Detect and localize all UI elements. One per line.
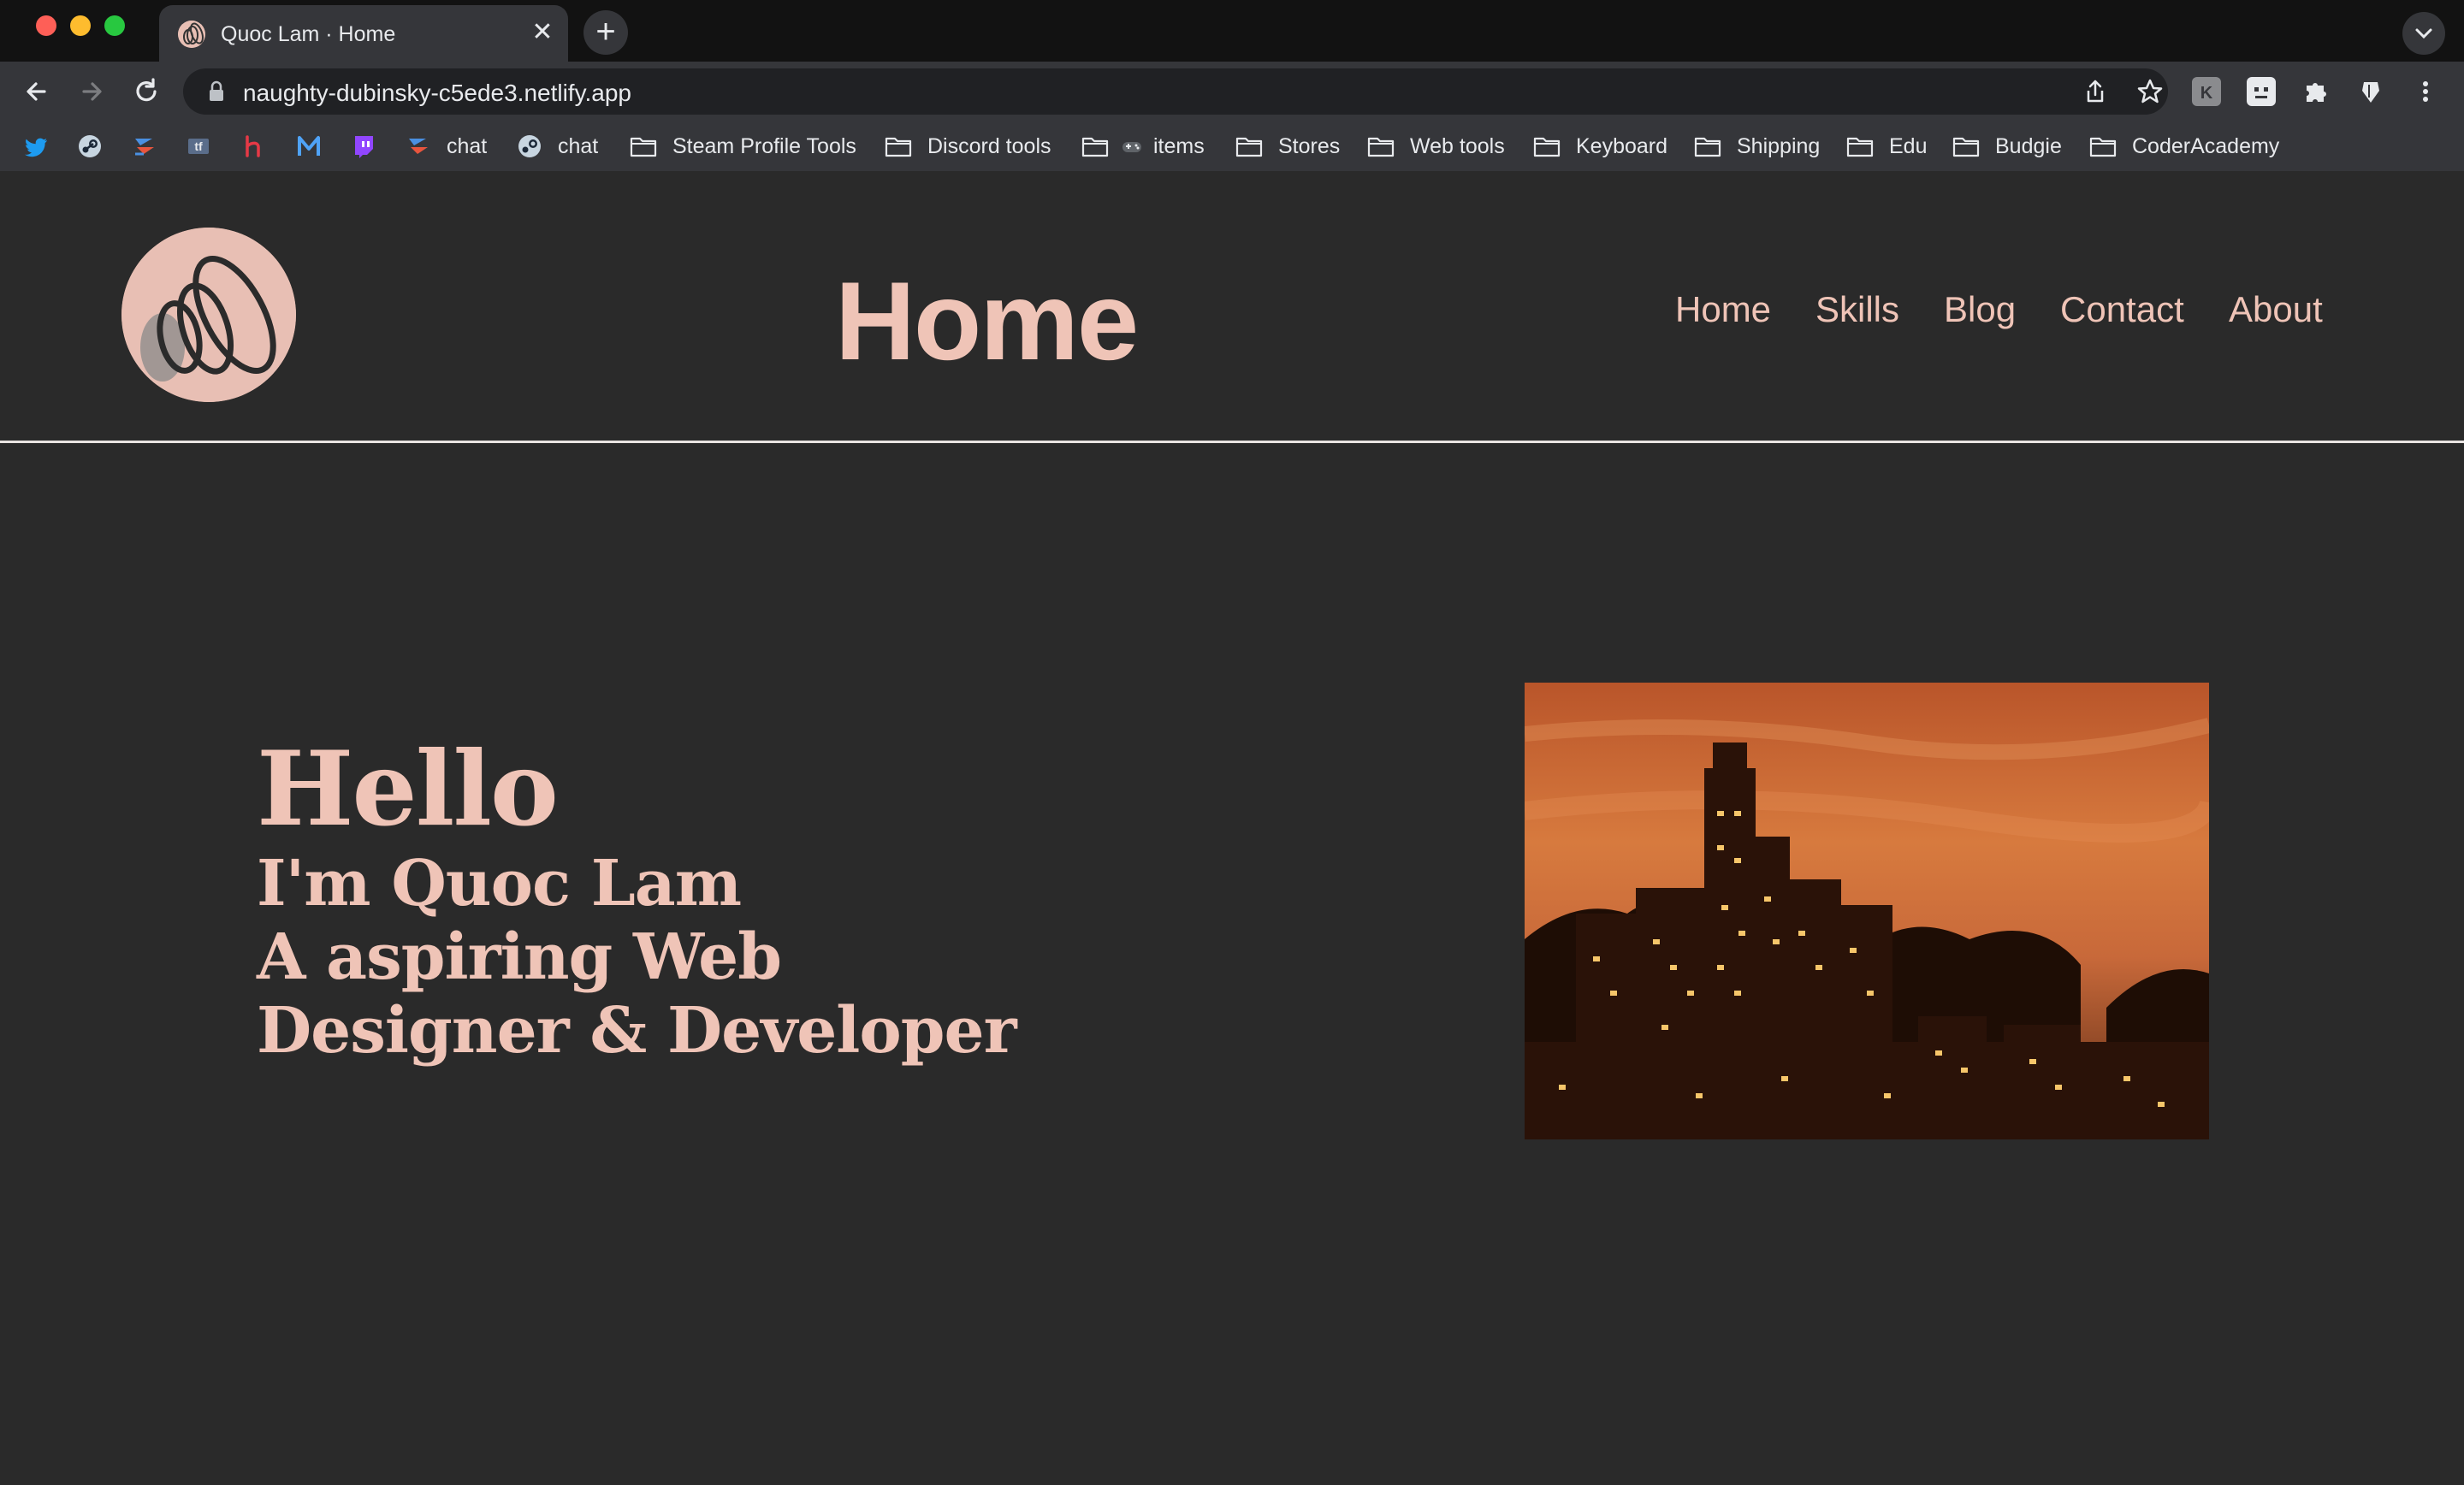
minimize-window-button[interactable] [70,15,91,36]
bookmark-label: Web tools [1410,133,1505,158]
bookmark-chat-1[interactable]: chat [406,132,487,161]
bookmark-folder-items[interactable]: items [1081,132,1205,161]
address-bar[interactable]: naughty-dubinsky-c5ede3.netlify.app [183,68,2168,115]
reload-icon [136,78,157,102]
folder-icon [1694,137,1721,157]
chevron-down-icon [2415,28,2432,39]
folder-icon [1235,137,1263,157]
reload-button[interactable] [128,74,164,109]
bookmarks-bar: tf chat chat Steam Profile Tools Discord… [0,121,2464,171]
hero-intro-line: Designer & Developer [257,994,1017,1068]
arrow-left-icon [27,82,46,101]
bookmark-label: Stores [1278,133,1341,158]
bookmark-twitter[interactable] [24,132,50,161]
tf-icon: tf [188,139,209,154]
folder-icon [630,137,657,157]
hero-intro-line: A aspiring Web [257,920,782,994]
bookmark-m[interactable] [296,132,322,161]
tab-close-icon[interactable]: ✕ [529,19,556,46]
bookmark-label: chat [447,133,488,158]
tab-title: Quoc Lam · Home [221,22,396,46]
site-favicon-icon [178,21,205,48]
hero-intro-line: I'm Quoc Lam [257,847,742,920]
url-text: naughty-dubinsky-c5ede3.netlify.app [243,80,632,106]
new-tab-button[interactable]: + [583,10,628,55]
svg-text:K: K [2200,84,2213,103]
bookmark-label: items [1153,133,1205,158]
bookmark-folder-steam-profile-tools[interactable]: Steam Profile Tools [630,132,856,161]
twitter-icon [25,138,47,157]
bookmark-label: Keyboard [1576,133,1668,158]
folder-icon [1081,137,1109,157]
bookmark-label: Discord tools [927,133,1051,158]
folder-icon [2089,137,2117,157]
main-nav: Home Skills Blog Contact About [0,289,2464,340]
bookmark-label: Edu [1889,133,1928,158]
bookmark-folder-edu[interactable]: Edu [1846,132,1927,161]
web-page: Home Home Skills Blog Contact About Hell… [0,171,2464,1485]
bookmark-label: CoderAcademy [2132,133,2280,158]
steam-icon [518,135,541,157]
tab-search-button[interactable] [2402,12,2445,55]
bookmark-label: Shipping [1737,133,1821,158]
gamepad-icon [1122,142,1141,152]
bookmark-tf[interactable]: tf [187,132,212,161]
nav-home-link[interactable]: Home [1675,289,1771,330]
nav-skills-link[interactable]: Skills [1815,289,1899,330]
h-logo-icon [246,135,260,157]
folder-icon [1952,137,1980,157]
nav-about-link[interactable]: About [2229,289,2323,330]
share-icon[interactable] [2081,77,2110,106]
bookmark-h[interactable] [241,132,267,161]
m-logo-icon [298,136,320,156]
bookmark-steam[interactable] [77,132,103,161]
bookmark-folder-stores[interactable]: Stores [1235,132,1340,161]
arrow-right-icon [82,82,102,101]
back-button[interactable] [19,74,55,109]
hero-greeting: Hello [257,729,559,849]
bookmark-twitch[interactable] [351,132,376,161]
site-header: Home Home Skills Blog Contact About [0,171,2464,443]
bookmark-chat-2[interactable]: chat [517,132,598,161]
browser-tab-active[interactable]: Quoc Lam · Home ✕ [159,5,568,62]
twitch-icon [355,136,373,158]
browser-menu-icon[interactable] [2411,77,2440,106]
browser-toolbar: naughty-dubinsky-c5ede3.netlify.app K [0,62,2464,121]
bookmark-star-icon[interactable] [2135,77,2165,106]
chat-app-icon [409,139,428,154]
extension-face-icon[interactable] [2247,77,2276,106]
folder-icon [1846,137,1874,157]
bookmark-folder-keyboard[interactable]: Keyboard [1533,132,1667,161]
svg-text:tf: tf [194,139,203,153]
steam-icon [79,135,101,157]
bookmark-label: Budgie [1995,133,2062,158]
bookmark-folder-budgie[interactable]: Budgie [1952,132,2062,161]
folder-icon [1533,137,1561,157]
close-window-button[interactable] [36,15,56,36]
bookmark-zendesk[interactable] [132,132,157,161]
browser-titlebar: Quoc Lam · Home ✕ + [0,0,2464,62]
hero-intro: I'm Quoc Lam A aspiring Web Designer & D… [257,847,1017,1068]
lock-icon [210,80,223,101]
nav-contact-link[interactable]: Contact [2060,289,2184,330]
zendesk-icon [135,139,154,156]
puzzle-extensions-icon[interactable] [2301,77,2331,106]
bookmark-folder-coderacademy[interactable]: CoderAcademy [2089,132,2279,161]
bookmark-label: chat [558,133,599,158]
folder-icon [885,137,912,157]
maximize-window-button[interactable] [104,15,125,36]
bookmark-folder-web-tools[interactable]: Web tools [1367,132,1505,161]
folder-icon [1367,137,1395,157]
extension-shield-icon[interactable] [2356,77,2385,106]
forward-button[interactable] [74,74,110,109]
hero-city-sunset-image [1525,683,2209,1139]
bookmark-label: Steam Profile Tools [672,133,856,158]
bookmark-folder-discord-tools[interactable]: Discord tools [885,132,1051,161]
extension-k-icon[interactable]: K [2192,77,2221,106]
nav-blog-link[interactable]: Blog [1944,289,2016,330]
bookmark-folder-shipping[interactable]: Shipping [1694,132,1820,161]
